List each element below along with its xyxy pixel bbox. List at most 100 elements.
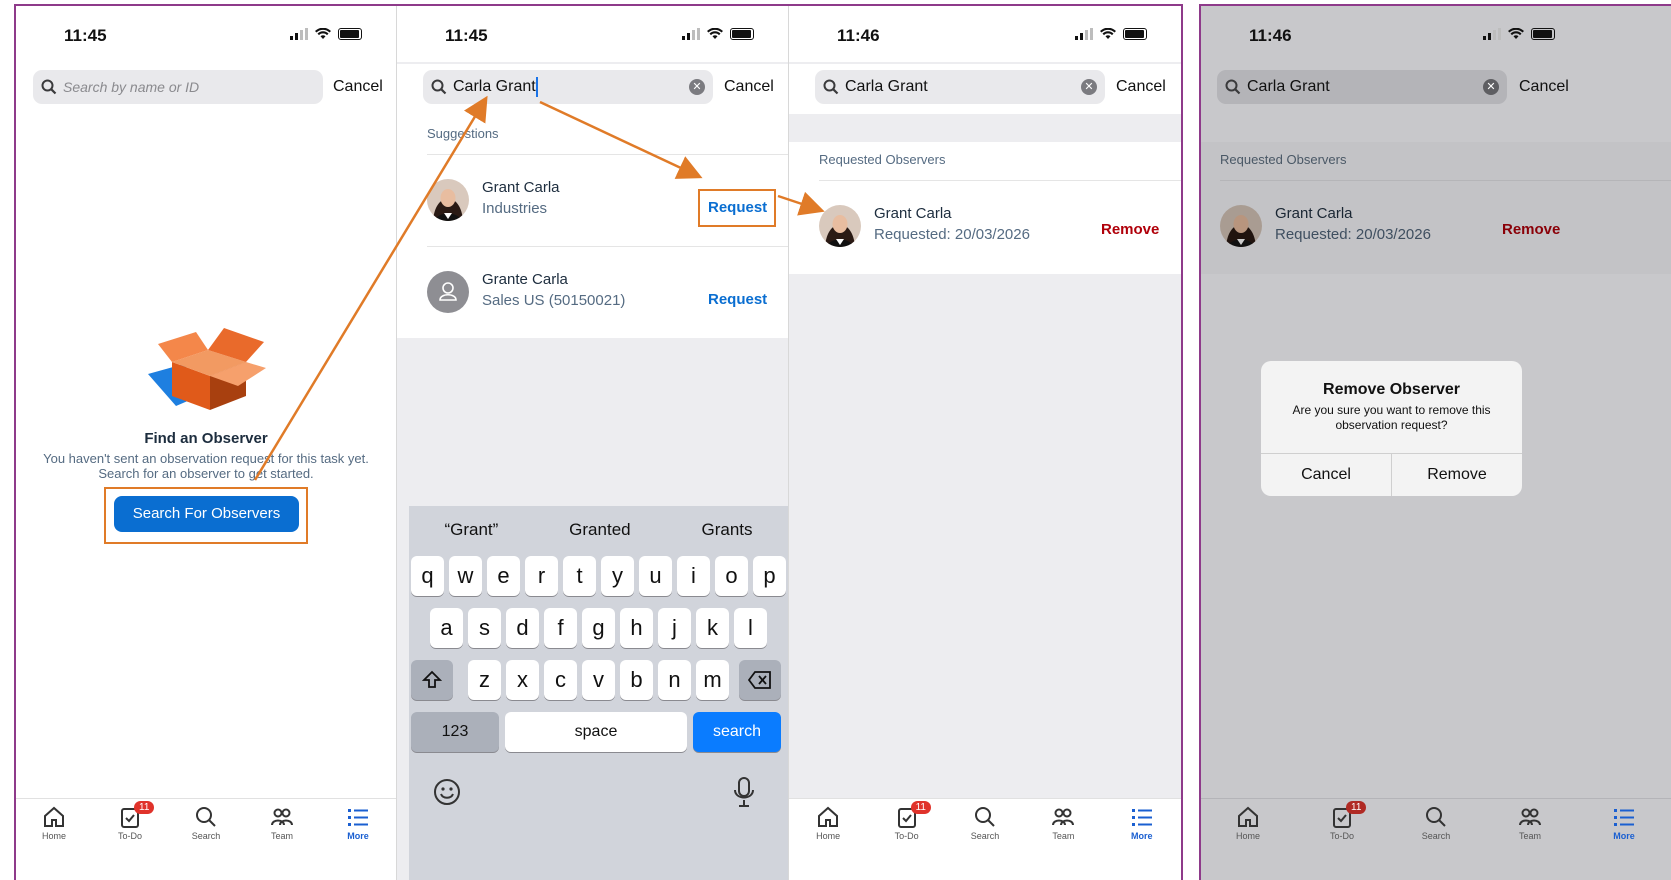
empty-title: Find an Observer: [144, 430, 268, 447]
dialog-cancel-button[interactable]: Cancel: [1261, 454, 1391, 496]
remove-button[interactable]: Remove: [1502, 221, 1560, 238]
cancel-button[interactable]: Cancel: [333, 78, 383, 96]
tab-search[interactable]: Search: [955, 805, 1015, 880]
key-r[interactable]: r: [525, 556, 558, 596]
signal-icon: [290, 28, 308, 40]
todo-badge: 11: [1346, 801, 1367, 814]
cancel-button[interactable]: Cancel: [724, 78, 774, 96]
backspace-key[interactable]: [739, 660, 781, 700]
key-o[interactable]: o: [715, 556, 748, 596]
shift-key[interactable]: [411, 660, 453, 700]
search-icon: [1225, 79, 1241, 95]
suggestion-detail: Industries: [482, 200, 548, 217]
requested-date: Requested: 20/03/2026: [1275, 226, 1431, 243]
tab-more[interactable]: More: [328, 805, 388, 880]
tab-team[interactable]: Team: [252, 805, 312, 880]
space-key[interactable]: space: [505, 712, 687, 752]
tab-todo[interactable]: 11 To-Do: [1312, 801, 1372, 880]
search-input[interactable]: Search by name or ID: [33, 70, 323, 104]
remove-button[interactable]: Remove: [1101, 221, 1159, 238]
tab-more[interactable]: More: [1594, 805, 1654, 880]
person-icon: [439, 282, 457, 301]
empty-message-2: Search for an observer to get started.: [98, 466, 314, 481]
search-for-observers-button[interactable]: Search For Observers: [114, 496, 299, 532]
key-s[interactable]: s: [468, 608, 501, 648]
key-a[interactable]: a: [430, 608, 463, 648]
key-p[interactable]: p: [753, 556, 786, 596]
prediction-2[interactable]: Granted: [569, 520, 630, 540]
tab-team[interactable]: Team: [1033, 805, 1093, 880]
key-q[interactable]: q: [411, 556, 444, 596]
tab-search[interactable]: Search: [1406, 805, 1466, 880]
status-bar: 11:45: [16, 6, 396, 62]
emoji-icon[interactable]: [433, 778, 461, 806]
list-item: Grant Carla Requested: 20/03/2026 Remove: [819, 180, 1181, 274]
prediction-3[interactable]: Grants: [702, 520, 753, 540]
key-w[interactable]: w: [449, 556, 482, 596]
clear-icon[interactable]: ✕: [1483, 79, 1499, 95]
tab-home[interactable]: Home: [1218, 805, 1278, 880]
key-m[interactable]: m: [696, 660, 729, 700]
prediction-1[interactable]: “Grant”: [444, 520, 498, 540]
suggestions-header: Suggestions: [427, 126, 499, 141]
request-button[interactable]: Request: [708, 291, 767, 308]
tab-todo[interactable]: 11 To-Do: [877, 801, 937, 880]
tab-home[interactable]: Home: [798, 805, 858, 880]
text-cursor: [535, 77, 538, 97]
screen-suggestions: 11:45 Carla Grant ✕ Cancel Suggestions G…: [397, 6, 788, 880]
dialog-remove-button[interactable]: Remove: [1392, 454, 1522, 496]
search-icon: [196, 807, 216, 827]
tab-search[interactable]: Search: [176, 805, 236, 880]
wifi-icon: [707, 28, 723, 39]
prediction-bar: “Grant” Granted Grants: [409, 520, 788, 540]
key-t[interactable]: t: [563, 556, 596, 596]
search-bar: Carla Grant ✕ Cancel: [397, 64, 788, 114]
key-g[interactable]: g: [582, 608, 615, 648]
key-h[interactable]: h: [620, 608, 653, 648]
screen-remove-dialog: 11:46 Carla Grant ✕ Cancel Requested Obs…: [1201, 6, 1671, 880]
team-icon: [1519, 808, 1541, 826]
avatar: [1220, 205, 1262, 247]
tab-more[interactable]: More: [1112, 805, 1172, 880]
suggestion-name: Grant Carla: [482, 179, 560, 196]
key-l[interactable]: l: [734, 608, 767, 648]
search-input[interactable]: Carla Grant ✕: [815, 70, 1105, 104]
search-input[interactable]: Carla Grant ✕: [423, 70, 713, 104]
search-icon: [823, 79, 839, 95]
key-f[interactable]: f: [544, 608, 577, 648]
status-time: 11:45: [445, 26, 488, 45]
home-icon: [1238, 806, 1258, 827]
key-d[interactable]: d: [506, 608, 539, 648]
cancel-button[interactable]: Cancel: [1519, 78, 1569, 96]
key-v[interactable]: v: [582, 660, 615, 700]
key-i[interactable]: i: [677, 556, 710, 596]
dialog-title: Remove Observer: [1323, 381, 1460, 398]
key-j[interactable]: j: [658, 608, 691, 648]
key-z[interactable]: z: [468, 660, 501, 700]
list-item[interactable]: Grant Carla Industries Request: [427, 154, 788, 246]
tab-bar: Home 11 To-Do Search Team More: [789, 798, 1181, 880]
search-input[interactable]: Carla Grant ✕: [1217, 70, 1507, 104]
key-b[interactable]: b: [620, 660, 653, 700]
signal-icon: [1075, 28, 1093, 40]
suggestions-list: Suggestions Grant Carla Industries Reques…: [397, 114, 788, 338]
numbers-key[interactable]: 123: [411, 712, 499, 752]
tab-home[interactable]: Home: [24, 805, 84, 880]
key-k[interactable]: k: [696, 608, 729, 648]
tab-team[interactable]: Team: [1500, 805, 1560, 880]
search-key[interactable]: search: [693, 712, 781, 752]
request-button[interactable]: Request: [708, 199, 767, 216]
clear-icon[interactable]: ✕: [1081, 79, 1097, 95]
list-item[interactable]: Grante Carla Sales US (50150021) Request: [427, 246, 788, 338]
key-u[interactable]: u: [639, 556, 672, 596]
key-c[interactable]: c: [544, 660, 577, 700]
key-y[interactable]: y: [601, 556, 634, 596]
key-n[interactable]: n: [658, 660, 691, 700]
battery-icon: [338, 28, 362, 40]
key-x[interactable]: x: [506, 660, 539, 700]
microphone-icon[interactable]: [733, 776, 755, 808]
clear-icon[interactable]: ✕: [689, 79, 705, 95]
key-e[interactable]: e: [487, 556, 520, 596]
tab-todo[interactable]: 11 To-Do: [100, 801, 160, 880]
cancel-button[interactable]: Cancel: [1116, 78, 1166, 96]
